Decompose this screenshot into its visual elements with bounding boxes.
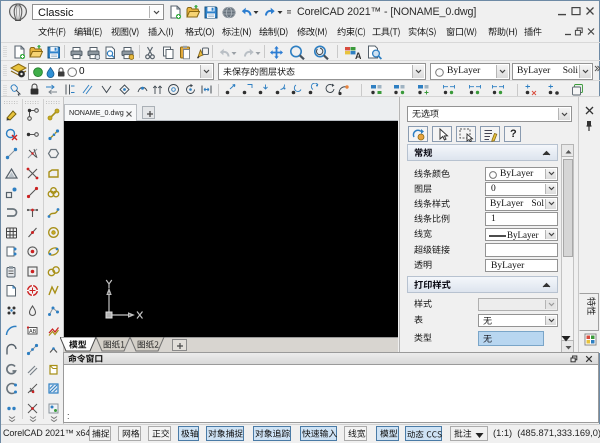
svg-text:A: A <box>355 51 361 60</box>
svg-text:AB: AB <box>29 328 37 334</box>
